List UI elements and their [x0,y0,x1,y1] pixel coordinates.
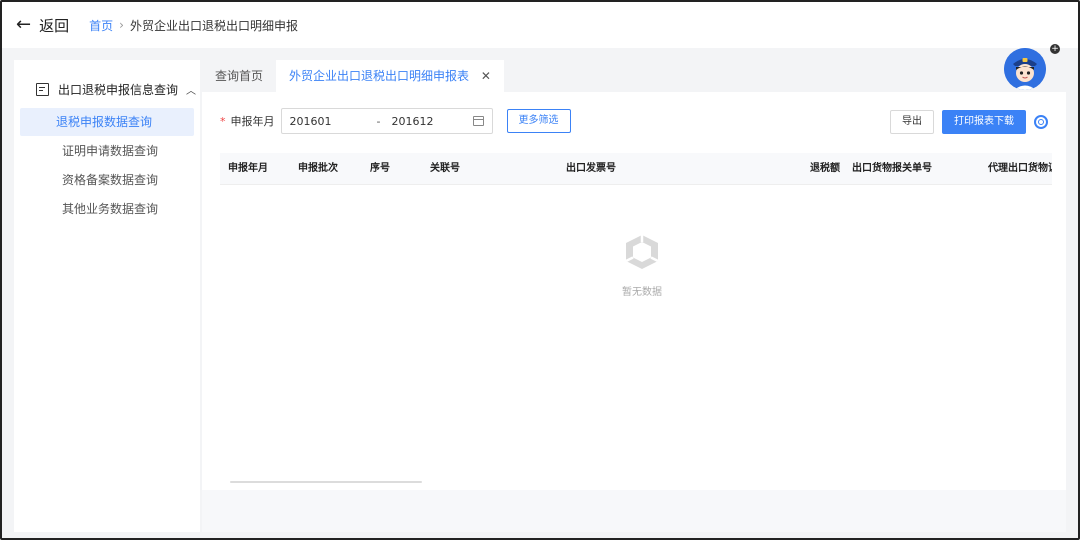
assistant-avatar[interactable] [1004,48,1046,90]
sidebar-item-other-business-query[interactable]: 其他业务数据查询 [20,195,194,223]
column-header: 序号 [370,163,390,174]
report-content: * 申报年月 201601 - 201612 更多筛选 导出 打印报表下载 申报… [202,92,1066,490]
sidebar-list: 退税申报数据查询 证明申请数据查询 资格备案数据查询 其他业务数据查询 [14,108,200,223]
report-actions: 导出 打印报表下载 [890,110,1048,134]
sidebar-section-toggle[interactable]: 出口退税申报信息查询 ︿ [14,72,200,106]
column-header: 关联号 [430,163,460,174]
calendar-icon[interactable] [472,116,484,126]
column-header: 申报批次 [298,163,338,174]
print-download-button[interactable]: 打印报表下载 [942,110,1026,134]
export-button[interactable]: 导出 [890,110,934,134]
sidebar-item-qualification-filing-query[interactable]: 资格备案数据查询 [20,166,194,194]
document-icon [36,82,49,96]
breadcrumb-current: 外贸企业出口退税出口明细申报 [129,18,298,33]
period-range-picker[interactable]: 201601 - 201612 [280,108,493,134]
more-filters-button[interactable]: 更多筛选 [506,109,571,133]
sidebar-item-refund-declaration-query[interactable]: 退税申报数据查询 [20,108,194,136]
sidebar-section-title: 出口退税申报信息查询 [58,82,179,97]
close-icon[interactable]: ✕ [481,69,491,83]
app-window: ← 返回 首页 › 外贸企业出口退税出口明细申报 出口退税申报信息查询 ︿ 退税… [0,0,1080,540]
top-bar: ← 返回 首页 › 外贸企业出口退税出口明细申报 [2,2,1078,48]
column-header: 申报年月 [228,163,268,174]
back-label: 返回 [39,16,70,35]
column-header: 代理出口货物证 [988,163,1052,174]
period-label: 申报年月 [230,115,275,128]
filter-row: * 申报年月 201601 - 201612 更多筛选 [220,108,571,134]
period-start-input[interactable]: 201601 [290,115,370,128]
chevron-up-icon: ︿ [186,85,197,97]
range-separator: - [376,114,381,128]
back-button[interactable]: ← 返回 [16,15,69,36]
table-header: 申报年月 申报批次 序号 关联号 出口发票号 退税额 出口货物报关单号 代理出口… [220,153,1052,185]
settings-gear-icon[interactable] [1034,115,1048,129]
breadcrumb-separator-icon: › [119,18,124,32]
sidebar: 出口退税申报信息查询 ︿ 退税申报数据查询 证明申请数据查询 资格备案数据查询 … [14,60,200,532]
tab-query-home[interactable]: 查询首页 [202,60,276,92]
empty-box-icon [625,235,659,269]
horizontal-scrollbar[interactable] [230,481,422,483]
tab-label: 外贸企业出口退税出口明细申报表 [289,69,470,83]
period-end-input[interactable]: 201612 [392,115,472,128]
tab-export-detail-report[interactable]: 外贸企业出口退税出口明细申报表 ✕ [276,60,504,92]
required-mark: * [220,114,226,128]
sidebar-item-certificate-application-query[interactable]: 证明申请数据查询 [20,137,194,165]
plus-icon[interactable]: + [1050,44,1060,54]
back-arrow-icon: ← [16,14,32,35]
main-panel: 查询首页 外贸企业出口退税出口明细申报表 ✕ * 申报年月 201601 - 2… [202,60,1066,532]
empty-state-text: 暂无数据 [622,287,662,298]
column-header: 出口发票号 [566,163,616,174]
empty-state: 暂无数据 [602,232,682,298]
officer-mascot-icon [1004,48,1046,90]
column-header: 出口货物报关单号 [852,163,932,174]
column-header: 退税额 [810,163,840,174]
breadcrumb-home-link[interactable]: 首页 [89,17,113,34]
tab-bar: 查询首页 外贸企业出口退税出口明细申报表 ✕ [202,60,1066,92]
tab-label: 查询首页 [215,69,264,83]
